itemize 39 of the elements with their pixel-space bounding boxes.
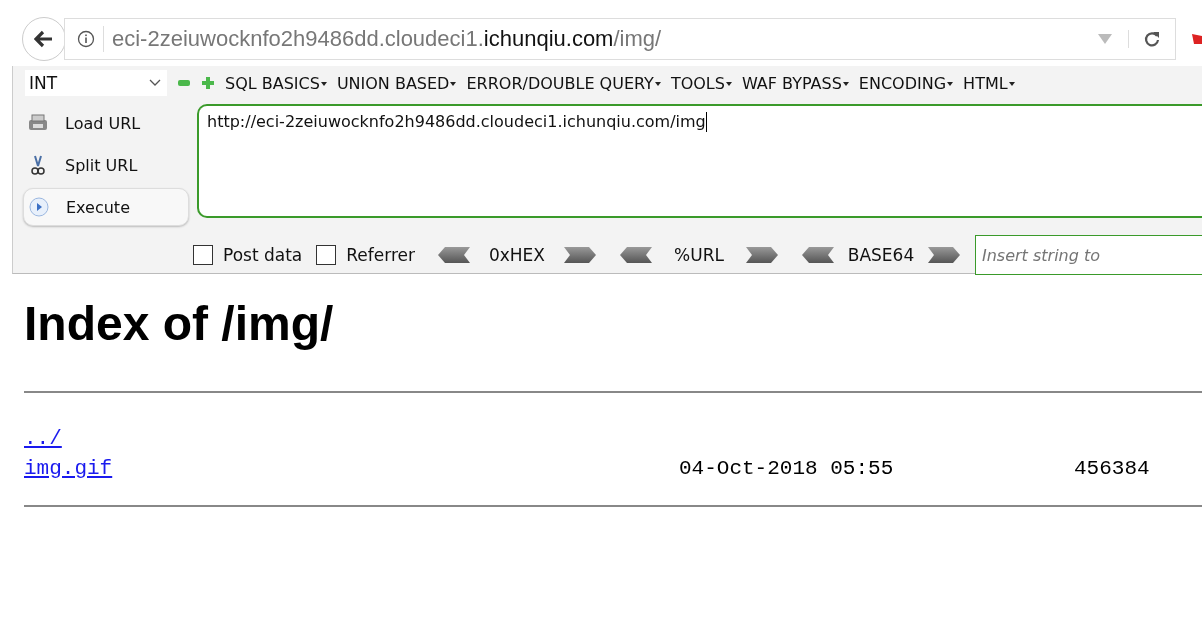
url-part: eci-2zeiuwocknfo2h9486dd.cloudeci1. bbox=[112, 26, 484, 51]
split-button[interactable]: Split URL bbox=[23, 146, 189, 184]
chevron-down-icon bbox=[149, 79, 161, 87]
url-part: /img/ bbox=[613, 26, 662, 51]
menu-item[interactable]: ERROR/DOUBLE QUERY bbox=[466, 73, 661, 93]
url-input-field[interactable]: http://eci-2zeiuwocknfo2h9486dd.cloudeci1.ichunqiu.com/img bbox=[197, 104, 1202, 218]
menu-item[interactable]: WAF BYPASS bbox=[741, 73, 849, 93]
left-arrow-icon[interactable] bbox=[619, 246, 653, 264]
right-arrow-icon[interactable] bbox=[563, 246, 597, 264]
insert-string-field[interactable]: Insert string to bbox=[975, 235, 1202, 275]
right-arrow-icon[interactable] bbox=[927, 246, 961, 264]
menu-item[interactable]: TOOLS bbox=[670, 73, 732, 93]
left-arrow-icon[interactable] bbox=[437, 246, 471, 264]
info-icon[interactable] bbox=[77, 30, 95, 48]
menu-item[interactable]: HTML bbox=[963, 73, 1015, 93]
file-link[interactable]: ../ bbox=[24, 426, 679, 450]
file-link[interactable]: img.gif bbox=[24, 456, 679, 480]
encoding-label: 0xHEX bbox=[487, 245, 546, 265]
menu-item[interactable]: ENCODING bbox=[858, 73, 954, 93]
menu-item[interactable]: UNION BASED bbox=[336, 73, 457, 93]
option-checkbox[interactable]: Referrer bbox=[316, 245, 415, 265]
printer-icon bbox=[27, 114, 49, 132]
encoding-label: %URL bbox=[673, 245, 725, 265]
play-icon bbox=[28, 196, 50, 218]
type-select[interactable]: INT bbox=[25, 70, 167, 96]
file-date: 04-Oct-2018 05:55 bbox=[679, 456, 895, 480]
page-heading: Index of /img/ bbox=[24, 296, 335, 351]
load-button[interactable]: Load URL bbox=[23, 104, 189, 142]
option-checkbox[interactable]: Post data bbox=[193, 245, 303, 265]
address-bar[interactable]: eci-2zeiuwocknfo2h9486dd.cloudeci1.ichunqiu.com/img/ bbox=[64, 18, 1176, 60]
right-arrow-icon[interactable] bbox=[745, 246, 779, 264]
menu-item[interactable]: SQL BASICS bbox=[225, 73, 327, 93]
back-button[interactable] bbox=[22, 17, 66, 61]
execute-button[interactable]: Execute bbox=[23, 188, 189, 226]
url-part: ichunqiu.com bbox=[483, 26, 614, 51]
file-size: 456384 bbox=[1074, 456, 1150, 480]
encoding-label: BASE64 bbox=[847, 245, 915, 265]
back-arrow-icon bbox=[34, 30, 54, 48]
left-arrow-icon[interactable] bbox=[801, 246, 835, 264]
